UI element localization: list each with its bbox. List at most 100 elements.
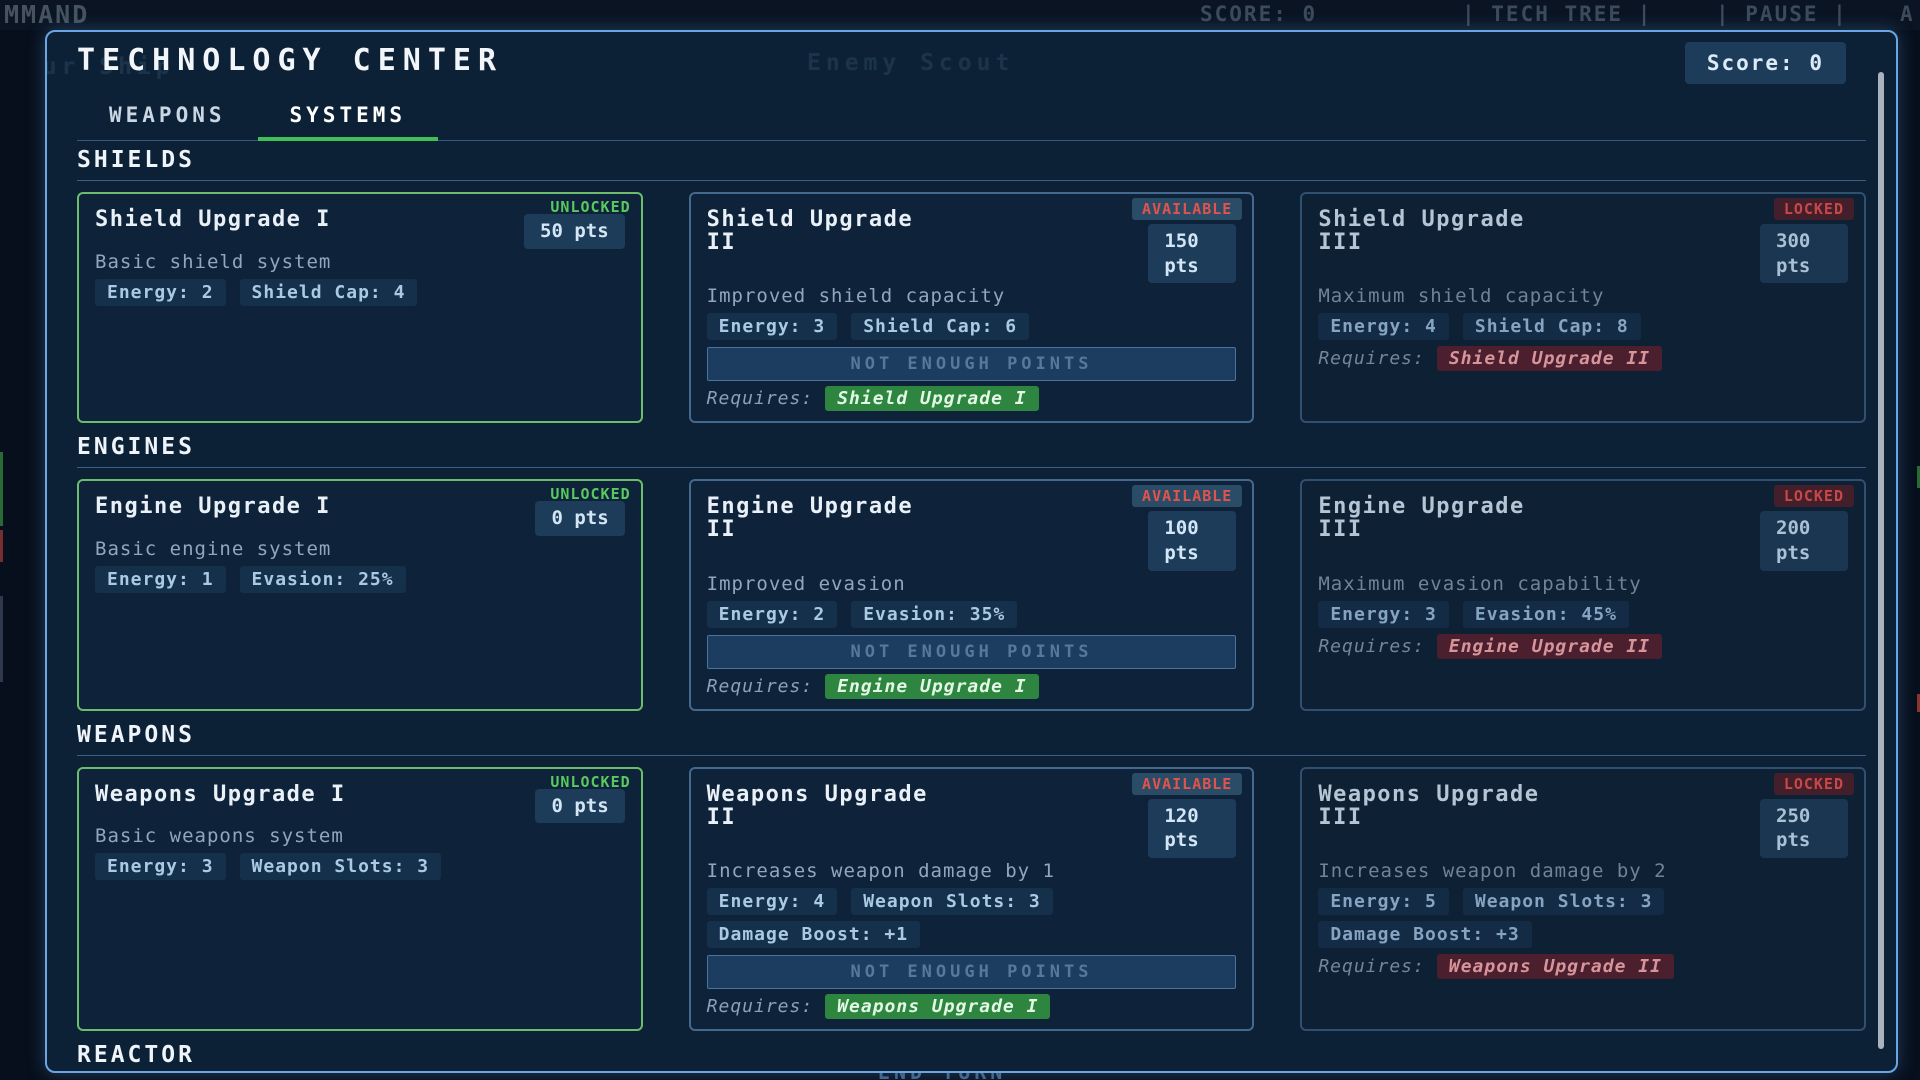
card-header: Shield Upgrade I50 pts [95, 208, 625, 249]
stat-badge: Shield Cap: 8 [1463, 313, 1641, 340]
purchase-button[interactable]: NOT ENOUGH POINTS [707, 635, 1237, 669]
requires-label: Requires: [707, 996, 814, 1017]
stat-badge: Shield Cap: 6 [851, 313, 1029, 340]
upgrade-description: Improved evasion [707, 573, 1237, 595]
upgrade-title: Weapons Upgrade III [1318, 783, 1548, 829]
requires-row: Requires: Engine Upgrade II [1318, 634, 1848, 659]
upgrade-card: LOCKEDEngine Upgrade III200 ptsMaximum e… [1300, 479, 1866, 710]
upgrade-description: Increases weapon damage by 1 [707, 860, 1237, 882]
section-title: ENGINES [77, 428, 1866, 468]
upgrade-title: Weapons Upgrade II [707, 783, 937, 829]
stat-badge: Weapon Slots: 3 [240, 853, 442, 880]
upgrade-title: Engine Upgrade III [1318, 495, 1548, 541]
cost-badge: 0 pts [535, 501, 624, 536]
stat-badge: Energy: 3 [95, 853, 226, 880]
requires-label: Requires: [707, 676, 814, 697]
upgrade-title: Shield Upgrade II [707, 208, 937, 254]
stats-row: Energy: 4 Shield Cap: 8 [1318, 313, 1848, 340]
cost-badge: 300 pts [1760, 224, 1848, 283]
screen-edge-artifact [0, 530, 3, 562]
status-badge: UNLOCKED [550, 773, 630, 791]
requires-label: Requires: [707, 388, 814, 409]
stats-row: Damage Boost: +1 [707, 921, 1237, 948]
status-badge: LOCKED [1774, 485, 1854, 507]
requires-row: Requires: Weapons Upgrade II [1318, 954, 1848, 979]
cost-badge: 200 pts [1760, 511, 1848, 570]
stats-row: Energy: 5 Weapon Slots: 3 [1318, 888, 1848, 915]
upgrade-card: UNLOCKEDShield Upgrade I50 ptsBasic shie… [77, 192, 643, 423]
status-badge: LOCKED [1774, 773, 1854, 795]
status-badge: AVAILABLE [1132, 485, 1242, 507]
requires-badge: Engine Upgrade II [1437, 634, 1662, 659]
background-tech-tree-button[interactable]: | TECH TREE | [1462, 2, 1652, 26]
purchase-button[interactable]: NOT ENOUGH POINTS [707, 955, 1237, 989]
requires-row: Requires: Shield Upgrade I [707, 386, 1237, 411]
stat-badge: Energy: 1 [95, 566, 226, 593]
stat-badge: Weapon Slots: 3 [1463, 888, 1665, 915]
upgrade-card: AVAILABLEShield Upgrade II150 ptsImprove… [689, 192, 1255, 423]
upgrade-card: LOCKED Weapons Upgrade III 250 ptsIncrease… [1300, 767, 1866, 1031]
tab-systems[interactable]: SYSTEMS [258, 98, 439, 141]
card-header: Weapons Upgrade I 0 pts [95, 783, 625, 824]
upgrade-card: LOCKEDShield Upgrade III300 ptsMaximum s… [1300, 192, 1866, 423]
section-title: REACTOR [77, 1036, 1866, 1073]
cost-badge: 100 pts [1148, 511, 1236, 570]
upgrade-title: Engine Upgrade II [707, 495, 937, 541]
stats-row: Energy: 3Evasion: 45% [1318, 601, 1848, 628]
requires-badge: Weapons Upgrade II [1437, 954, 1674, 979]
upgrade-description: Basic shield system [95, 251, 625, 273]
tab-bar: WEAPONS SYSTEMS [77, 98, 1866, 141]
requires-badge: Shield Upgrade I [825, 386, 1038, 411]
purchase-button[interactable]: NOT ENOUGH POINTS [707, 347, 1237, 381]
screen-edge-artifact [0, 452, 3, 526]
card-header: Weapons Upgrade III 250 pts [1318, 783, 1848, 858]
requires-badge: Shield Upgrade II [1437, 346, 1662, 371]
status-badge: UNLOCKED [550, 198, 630, 216]
upgrade-grid: UNLOCKEDEngine Upgrade I0 ptsBasic engin… [77, 479, 1866, 710]
tab-weapons[interactable]: WEAPONS [77, 98, 258, 141]
background-pause-button[interactable]: | PAUSE | [1716, 2, 1848, 26]
upgrade-title: Weapons Upgrade I [95, 783, 346, 806]
upgrade-description: Basic weapons system [95, 825, 625, 847]
status-badge: UNLOCKED [550, 485, 630, 503]
cost-badge: 50 pts [524, 214, 625, 249]
upgrade-grid: UNLOCKED Weapons Upgrade I 0 ptsBasic weap… [77, 767, 1866, 1031]
stat-badge: Damage Boost: +1 [707, 921, 920, 948]
stats-row: Energy: 2Evasion: 35% [707, 601, 1237, 628]
section-title: SHIELDS [77, 141, 1866, 181]
stat-badge: Weapon Slots: 3 [851, 888, 1053, 915]
upgrade-card: AVAILABLEWeapons Upgrade II120 ptsIncrea… [689, 767, 1255, 1031]
requires-label: Requires: [1318, 956, 1425, 977]
stat-badge: Energy: 5 [1318, 888, 1449, 915]
section-shields: SHIELDSUNLOCKEDShield Upgrade I50 ptsBas… [77, 141, 1866, 423]
section-engines: ENGINES UNLOCKEDEngine Upgrade I0 ptsBasi… [77, 428, 1866, 710]
scrollbar-thumb[interactable] [1878, 72, 1884, 1049]
requires-badge: Weapons Upgrade I [825, 994, 1050, 1019]
stat-badge: Evasion: 45% [1463, 601, 1629, 628]
background-title-fragment: MMAND [4, 0, 89, 29]
upgrade-description: Basic engine system [95, 538, 625, 560]
screen-edge-artifact [0, 596, 3, 682]
stat-badge: Energy: 3 [707, 313, 838, 340]
scrollbar[interactable] [1878, 72, 1884, 1049]
section-weapons: WEAPONSUNLOCKEDWeapons Upgrade I0 ptsBas… [77, 716, 1866, 1031]
cost-badge: 0 pts [535, 789, 624, 824]
cost-badge: 150 pts [1148, 224, 1236, 283]
stats-row: Energy: 1Evasion: 25% [95, 566, 625, 593]
upgrade-description: Increases weapon damage by 2 [1318, 860, 1848, 882]
requires-label: Requires: [1318, 636, 1425, 657]
panel-header: TECHNOLOGY CENTER Score: 0 WEAPONS SYSTE… [47, 32, 1896, 141]
upgrade-card: AVAILABLE Engine Upgrade II 100 pts Improve… [689, 479, 1255, 710]
stat-badge: Energy: 4 [707, 888, 838, 915]
stats-row: Energy: 2Shield Cap: 4 [95, 279, 625, 306]
stats-row: Energy: 3 Shield Cap: 6 [707, 313, 1237, 340]
panel-title: TECHNOLOGY CENTER [77, 44, 1866, 78]
background-game-hud: MMAND SCORE: 0 | TECH TREE | | PAUSE | A [0, 0, 1920, 30]
requires-label: Requires: [1318, 348, 1425, 369]
background-score-label: SCORE: 0 [1200, 2, 1317, 26]
cost-badge: 250 pts [1760, 799, 1848, 858]
card-header: Engine Upgrade III 200 pts [1318, 495, 1848, 570]
sections-container: SHIELDSUNLOCKEDShield Upgrade I50 ptsBas… [47, 141, 1896, 1073]
technology-center-panel: Your Ship Enemy Scout ENEMIES DEFEATED 0… [45, 30, 1898, 1073]
stat-badge: Energy: 4 [1318, 313, 1449, 340]
